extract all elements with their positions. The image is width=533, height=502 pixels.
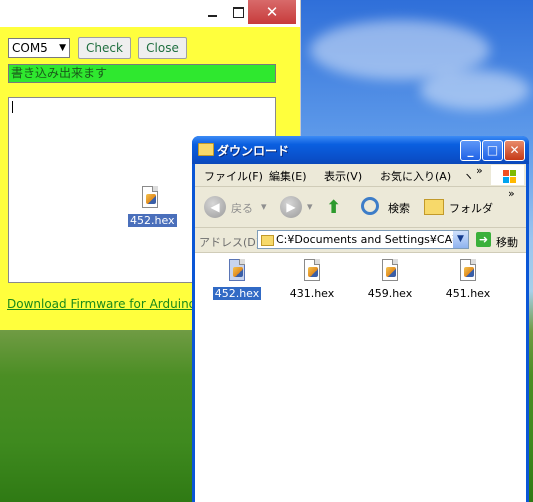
back-button[interactable]: ◀ [204,196,226,218]
file-item[interactable]: 451.hex [438,259,498,300]
address-value: C:¥Documents and Settings¥CA¥ [276,233,460,246]
up-folder-icon[interactable]: ⬆ [326,197,346,218]
folder-icon [198,143,214,156]
check-button[interactable]: Check [78,37,131,59]
file-item[interactable]: 459.hex [360,259,420,300]
search-label[interactable]: 検索 [388,200,410,216]
back-label: 戻る [231,202,253,215]
status-text: 書き込み出来ます [8,64,276,83]
toolbar-more[interactable]: » [508,187,515,200]
explorer-title: ダウンロード [217,144,290,158]
dragged-file[interactable]: 452.hex [128,186,177,227]
close-window-button[interactable]: ✕ [248,0,296,24]
close-button[interactable]: Close [138,37,187,59]
hex-file-icon [302,259,322,285]
explorer-window: ダウンロード _ □ ✕ ファイル(F) 編集(E) 表示(V) お気に入り(A… [192,136,529,502]
file-name: 431.hex [289,287,335,300]
hex-file-icon [140,186,160,212]
desktop-cloud [420,70,530,110]
search-icon[interactable] [361,197,379,215]
address-label: アドレス(D) [199,236,261,249]
file-list: 452.hex 431.hex 459.hex 451.hex [195,253,526,502]
address-dropdown-button[interactable]: ▼ [453,231,468,248]
menu-edit[interactable]: 編集(E) [269,168,307,184]
address-input[interactable]: C:¥Documents and Settings¥CA¥ [257,230,469,249]
folders-icon[interactable] [424,199,444,215]
file-name: 459.hex [367,287,413,300]
window-titlebar: ✕ [0,0,300,27]
hex-file-icon [458,259,478,285]
file-name: 452.hex [212,287,262,300]
explorer-titlebar[interactable]: ダウンロード _ □ ✕ [192,136,529,164]
go-arrow-icon[interactable]: ➜ [476,232,491,247]
menu-file[interactable]: ファイル(F) [204,168,263,184]
windows-logo-icon [491,165,524,185]
hex-file-icon [380,259,400,285]
maximize-icon [232,6,244,18]
forward-button[interactable]: ▶ [280,196,302,218]
menu-favorites[interactable]: お気に入り(A) [380,168,451,184]
forward-dropdown-icon[interactable]: ▾ [307,200,313,213]
file-item[interactable]: 431.hex [282,259,342,300]
com-port-value: COM5 [12,41,48,55]
menu-bar: ファイル(F) 編集(E) 表示(V) お気に入り(A) ヽ » [195,164,526,187]
maximize-button[interactable]: □ [482,140,503,161]
close-icon: ✕ [265,3,279,21]
text-caret [12,101,13,113]
address-bar: アドレス(D) C:¥Documents and Settings¥CA¥ ▼ … [195,228,526,253]
menu-tools[interactable]: ヽ [463,168,474,184]
minimize-button[interactable]: _ [460,140,481,161]
file-item[interactable]: 452.hex [207,259,267,300]
com-port-select[interactable]: COM5 ▼ [8,38,70,58]
minimize-icon [207,15,217,17]
hex-file-icon [227,259,247,285]
folder-icon [261,235,274,246]
back-dropdown-icon[interactable]: ▾ [261,200,267,213]
toolbar: ◀ 戻る ▾ ▶ ▾ ⬆ 検索 フォルダ » [195,187,526,228]
folders-label[interactable]: フォルダ [449,200,493,216]
dropdown-arrow-icon: ▼ [59,43,66,53]
menu-more[interactable]: » [476,164,483,177]
explorer-body: ファイル(F) 編集(E) 表示(V) お気に入り(A) ヽ » ◀ 戻る ▾ … [195,164,526,502]
dragged-file-label: 452.hex [128,214,177,227]
go-button[interactable]: 移動 [496,234,518,250]
download-firmware-link[interactable]: Download Firmware for Arduino [7,297,196,311]
close-window-button[interactable]: ✕ [504,140,525,161]
file-name: 451.hex [445,287,491,300]
menu-view[interactable]: 表示(V) [324,168,362,184]
